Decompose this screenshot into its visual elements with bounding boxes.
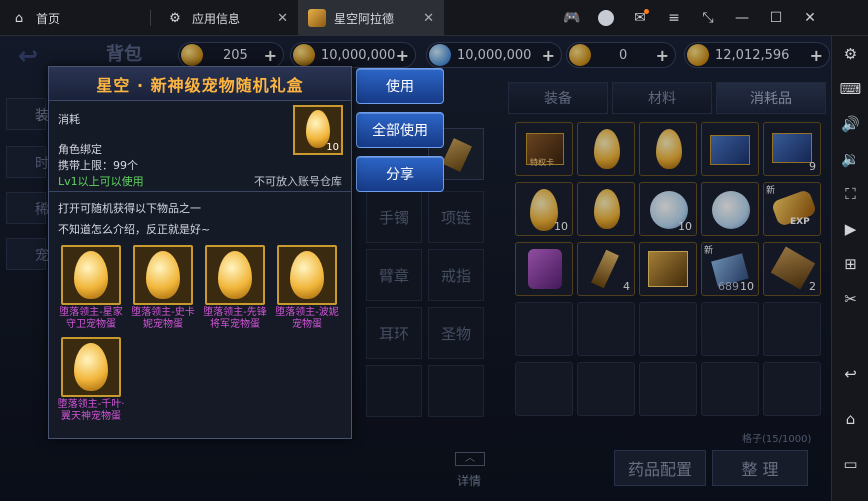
fullscreen-icon[interactable]: ⛶ xyxy=(832,181,868,207)
close-icon[interactable]: ✕ xyxy=(798,6,822,30)
use-button[interactable]: 使用 xyxy=(356,68,444,104)
keyboard-icon[interactable]: ⌨ xyxy=(832,76,868,102)
tab-game-label: 星空阿拉德 xyxy=(334,11,395,26)
close-icon[interactable]: ✕ xyxy=(423,11,434,26)
reward-item[interactable] xyxy=(205,245,265,305)
item-bind: 角色绑定 xyxy=(58,143,102,156)
reward-label: 堕落领主-星家守卫宠物蛋 xyxy=(59,307,123,330)
emulator-side-toolbar: ⚙ ⌨ 🔊 🔉 ⛶ ▶ ⊞ ✂ ↩ ⌂ ▭ xyxy=(831,36,868,501)
emulator-title-bar: ⌂ 首页 ⚙ 应用信息 ✕ 星空阿拉德 ✕ 🎮 ✉ ≡ ⤡ — ☐ ✕ xyxy=(0,0,868,36)
reward-item[interactable] xyxy=(133,245,193,305)
item-icon: 10 xyxy=(293,105,343,155)
game-icon xyxy=(308,9,326,27)
item-name: 星空 · 新神级宠物随机礼盒 xyxy=(49,67,351,101)
reward-item[interactable] xyxy=(61,245,121,305)
home-icon: ⌂ xyxy=(14,10,24,26)
shrink-icon[interactable]: ⤡ xyxy=(696,6,720,30)
tab-app-info-label: 应用信息 xyxy=(192,11,241,26)
maximize-icon[interactable]: ☐ xyxy=(764,6,788,30)
back-icon[interactable]: ↩ xyxy=(832,361,868,387)
mail-icon[interactable]: ✉ xyxy=(628,6,652,30)
volume-down-icon[interactable]: 🔉 xyxy=(832,146,868,172)
home-nav-icon[interactable]: ⌂ xyxy=(832,406,868,432)
gear-icon: ⚙ xyxy=(169,10,181,26)
settings-icon[interactable]: ⚙ xyxy=(832,41,868,67)
tab-home-label: 首页 xyxy=(36,11,61,26)
tab-home[interactable]: ⌂ 首页 xyxy=(0,0,150,36)
item-flavor-text: 不知道怎么介绍，反正就是好~ xyxy=(58,223,211,236)
reward-item[interactable] xyxy=(61,337,121,397)
pet-egg-icon xyxy=(290,251,324,299)
minimize-icon[interactable]: — xyxy=(730,6,754,30)
account-icon[interactable] xyxy=(594,6,618,30)
tab-game[interactable]: 星空阿拉德 ✕ xyxy=(298,0,444,36)
pet-egg-icon xyxy=(218,251,252,299)
pet-egg-icon xyxy=(74,343,108,391)
level-requirement: Lv1以上可以使用 xyxy=(58,175,144,188)
reward-label: 堕落领主-先锋将军宠物蛋 xyxy=(203,307,267,330)
recent-apps-icon[interactable]: ▭ xyxy=(832,451,868,477)
share-button[interactable]: 分享 xyxy=(356,156,444,192)
pet-egg-icon xyxy=(146,251,180,299)
add-app-icon[interactable]: ⊞ xyxy=(832,251,868,277)
reward-label: 堕落领主-千叶·翼天神宠物蛋 xyxy=(57,399,125,422)
record-icon[interactable]: ▶ xyxy=(832,216,868,242)
use-all-button[interactable]: 全部使用 xyxy=(356,112,444,148)
item-type: 消耗 xyxy=(58,113,80,126)
warehouse-note: 不可放入账号仓库 xyxy=(254,175,342,188)
reward-label: 堕落领主-史卡妮宠物蛋 xyxy=(131,307,195,330)
reward-label: 堕落领主-波妮宠物蛋 xyxy=(275,307,339,330)
screenshot-icon[interactable]: ✂ xyxy=(832,286,868,312)
carry-limit: 携带上限：99个 xyxy=(58,159,138,172)
tab-divider xyxy=(150,10,151,26)
item-detail-popup: 星空 · 新神级宠物随机礼盒 消耗 角色绑定 携带上限：99个 Lv1以上可以使… xyxy=(48,66,352,439)
item-count: 10 xyxy=(326,142,339,153)
divider xyxy=(49,191,351,192)
menu-icon[interactable]: ≡ xyxy=(662,6,686,30)
item-description: 打开可随机获得以下物品之一 xyxy=(58,202,201,215)
pet-egg-icon xyxy=(74,251,108,299)
close-icon[interactable]: ✕ xyxy=(277,11,288,26)
tab-app-info[interactable]: ⚙ 应用信息 ✕ xyxy=(156,0,298,36)
gamepad-icon[interactable]: 🎮 xyxy=(560,6,584,30)
reward-item[interactable] xyxy=(277,245,337,305)
volume-up-icon[interactable]: 🔊 xyxy=(832,111,868,137)
